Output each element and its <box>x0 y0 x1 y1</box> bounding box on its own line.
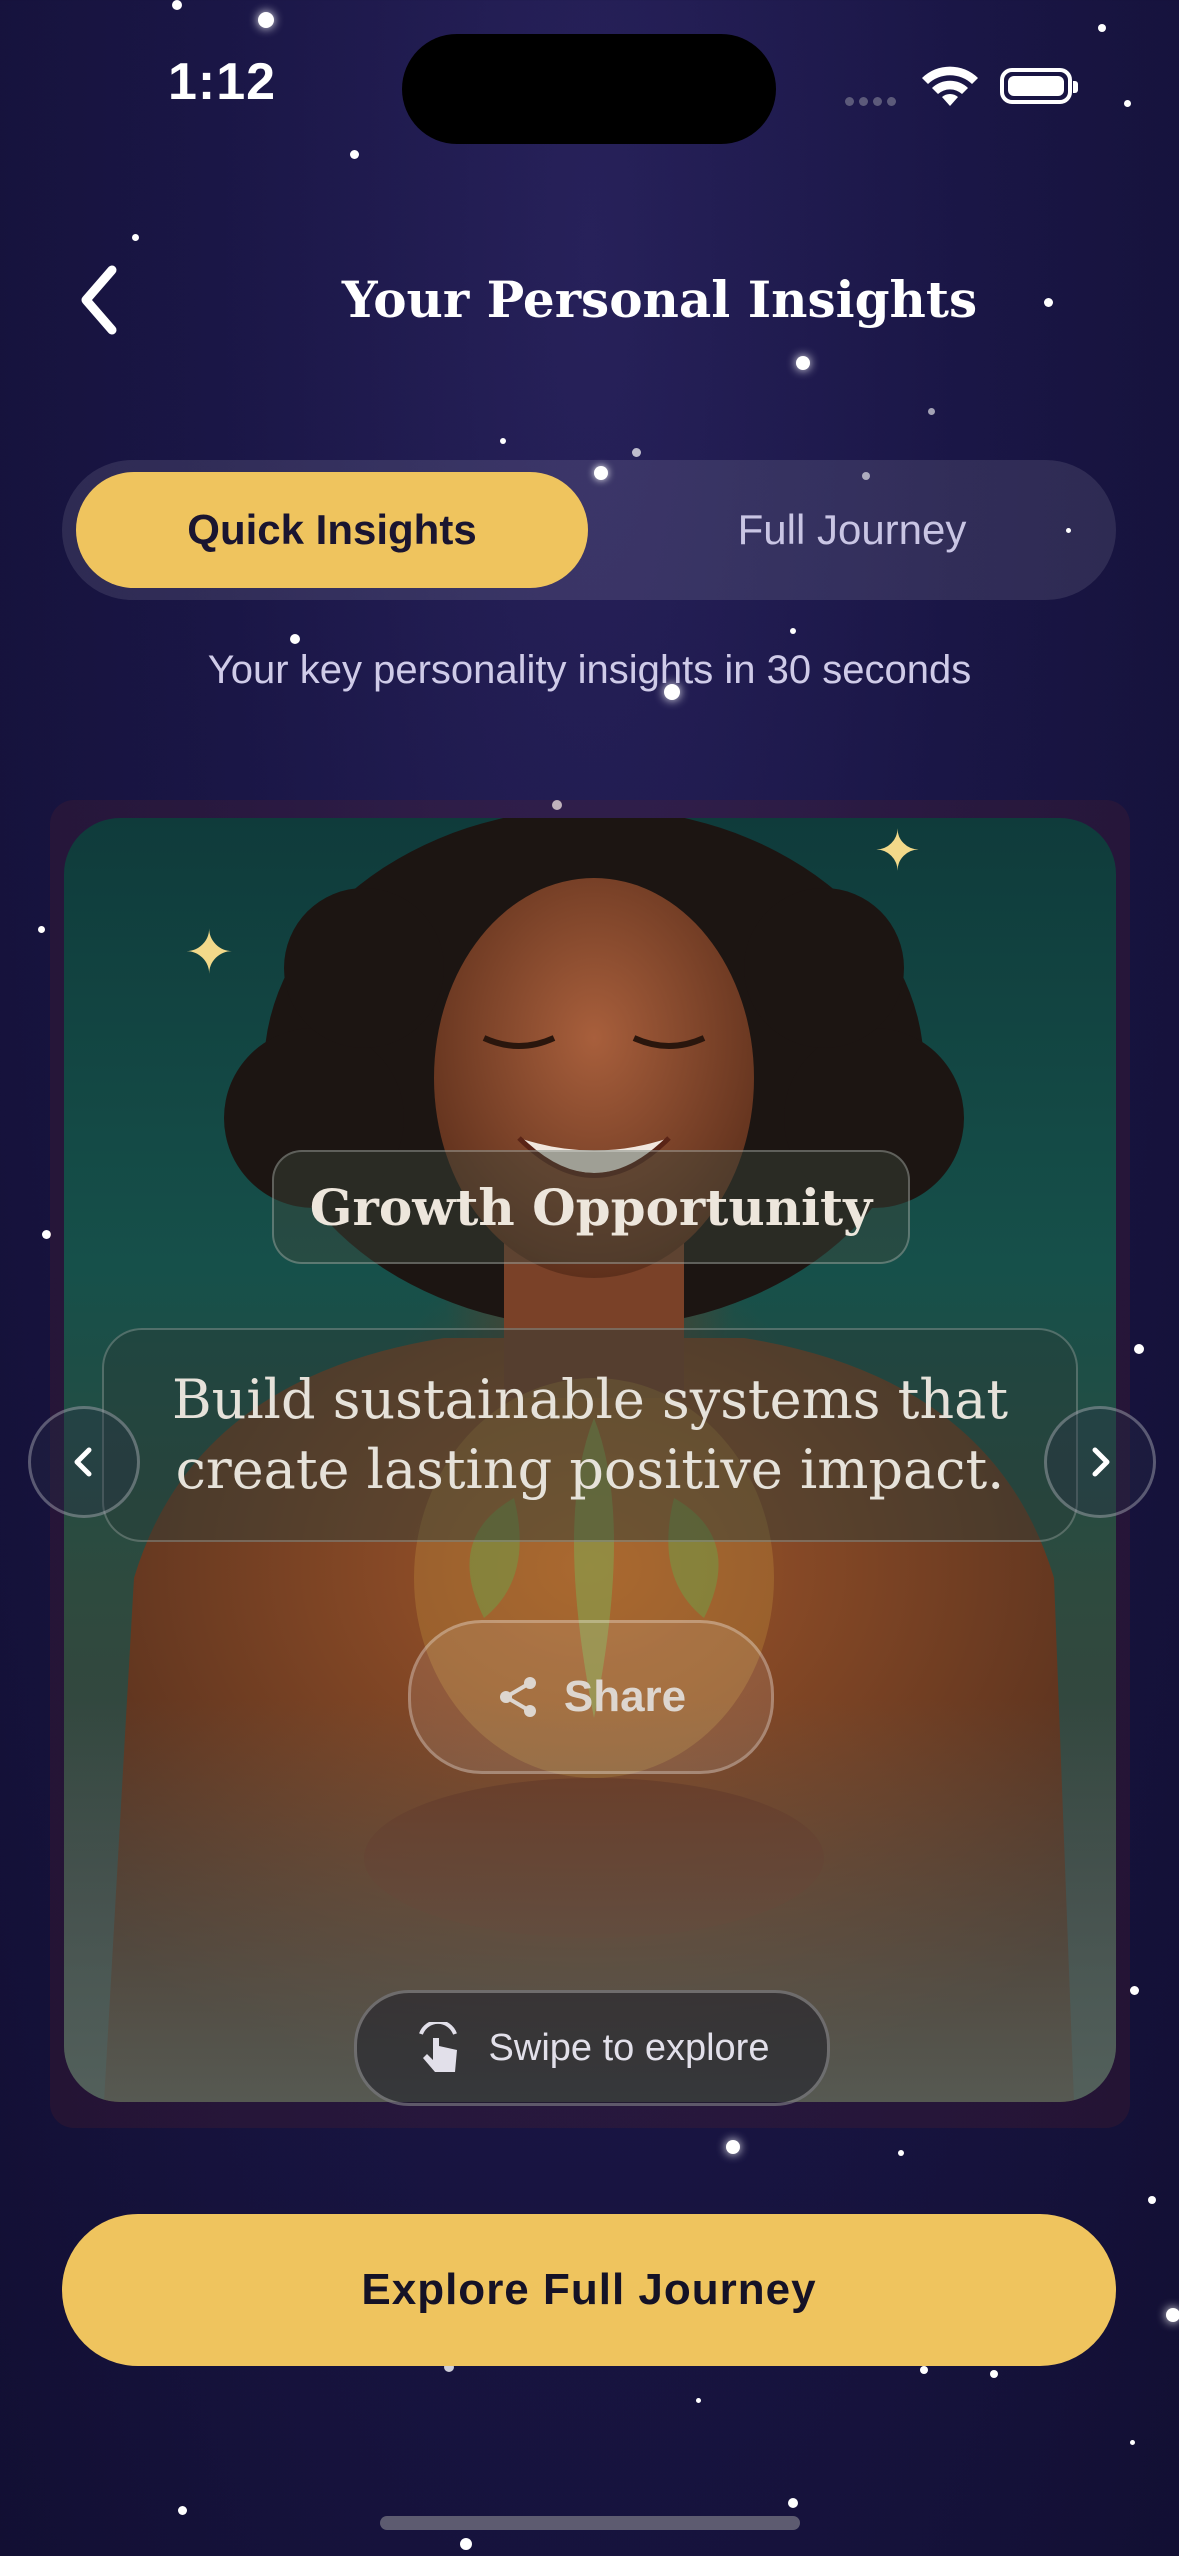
cellular-signal-icon <box>845 93 901 111</box>
chevron-left-icon <box>74 1447 92 1477</box>
battery-icon <box>1000 68 1078 104</box>
share-button[interactable]: Share <box>408 1620 774 1774</box>
tab-quick-insights[interactable]: Quick Insights <box>76 472 588 588</box>
dynamic-island <box>402 34 776 144</box>
tab-full-journey[interactable]: Full Journey <box>602 472 1102 588</box>
share-label: Share <box>563 1672 687 1721</box>
sparkle-icon: ✦ <box>184 919 235 986</box>
swipe-hint-label: Swipe to explore <box>488 2026 770 2069</box>
home-indicator <box>380 2516 800 2530</box>
segmented-control: Quick Insights Full Journey <box>62 460 1116 600</box>
insight-heading: Growth Opportunity <box>272 1150 910 1264</box>
wifi-icon <box>922 66 978 106</box>
swipe-hand-icon <box>418 2022 457 2072</box>
insight-text: Build sustainable systems that create la… <box>102 1328 1078 1542</box>
share-icon <box>499 1677 536 1717</box>
swipe-hint: Swipe to explore <box>354 1990 830 2106</box>
next-card-button[interactable] <box>1044 1406 1156 1518</box>
status-time: 1:12 <box>168 53 277 111</box>
previous-card-button[interactable] <box>28 1406 140 1518</box>
subtitle: Your key personality insights in 30 seco… <box>207 648 972 692</box>
chevron-right-icon <box>1092 1447 1110 1477</box>
page-title: Your Personal Insights <box>341 270 978 329</box>
sparkle-icon: ✦ <box>874 819 921 882</box>
explore-full-journey-button[interactable]: Explore Full Journey <box>62 2214 1116 2366</box>
